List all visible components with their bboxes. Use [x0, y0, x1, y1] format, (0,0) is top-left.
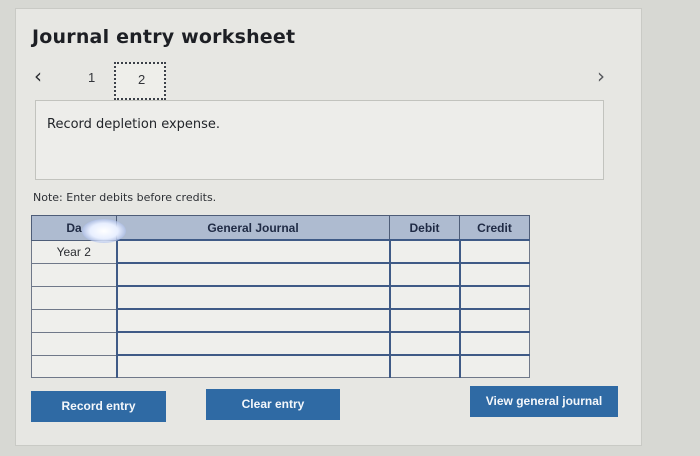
page-1-tab[interactable]: 1 — [88, 70, 95, 85]
account-input[interactable] — [115, 239, 390, 264]
credit-input[interactable] — [458, 308, 530, 333]
credit-input[interactable] — [458, 262, 530, 287]
credit-input[interactable] — [458, 354, 530, 378]
credit-input[interactable] — [458, 331, 530, 356]
date-cell[interactable] — [31, 262, 117, 287]
instruction-text: Record depletion expense. — [47, 117, 221, 132]
debit-input[interactable] — [388, 331, 460, 356]
credit-input[interactable] — [458, 239, 530, 264]
debit-input[interactable] — [388, 285, 460, 310]
account-input[interactable] — [115, 331, 390, 356]
date-cell[interactable] — [31, 354, 117, 378]
chevron-left-icon[interactable]: ‹ — [34, 64, 42, 88]
general-journal-column-header: General Journal — [116, 215, 390, 241]
instruction-box: Record depletion expense. — [35, 100, 604, 180]
clear-entry-button[interactable]: Clear entry — [206, 389, 340, 420]
account-input[interactable] — [115, 285, 390, 310]
table-row — [31, 308, 530, 333]
debit-input[interactable] — [388, 308, 460, 333]
note-text: Note: Enter debits before credits. — [33, 191, 217, 204]
debit-input[interactable] — [388, 354, 460, 378]
date-cell[interactable] — [31, 331, 117, 356]
table-row — [31, 262, 530, 287]
table-row — [31, 354, 530, 378]
credit-column-header: Credit — [459, 215, 530, 241]
page-title: Journal entry worksheet — [32, 26, 296, 48]
table-row — [31, 285, 530, 310]
table-row: Year 2 — [31, 239, 530, 264]
account-input[interactable] — [115, 308, 390, 333]
debit-input[interactable] — [388, 239, 460, 264]
page-2-tab[interactable]: 2 — [114, 62, 166, 100]
screen-glare — [82, 219, 126, 243]
page-2-label: 2 — [138, 72, 146, 87]
date-cell[interactable] — [31, 285, 117, 310]
pager: ‹ 1 2 › — [0, 62, 700, 102]
view-general-journal-button[interactable]: View general journal — [470, 386, 618, 417]
date-cell[interactable]: Year 2 — [31, 239, 117, 264]
record-entry-button[interactable]: Record entry — [31, 391, 166, 422]
debit-input[interactable] — [388, 262, 460, 287]
chevron-right-icon[interactable]: › — [597, 64, 605, 88]
debit-column-header: Debit — [389, 215, 460, 241]
account-input[interactable] — [115, 262, 390, 287]
credit-input[interactable] — [458, 285, 530, 310]
account-input[interactable] — [115, 354, 390, 378]
date-cell[interactable] — [31, 308, 117, 333]
table-row — [31, 331, 530, 356]
